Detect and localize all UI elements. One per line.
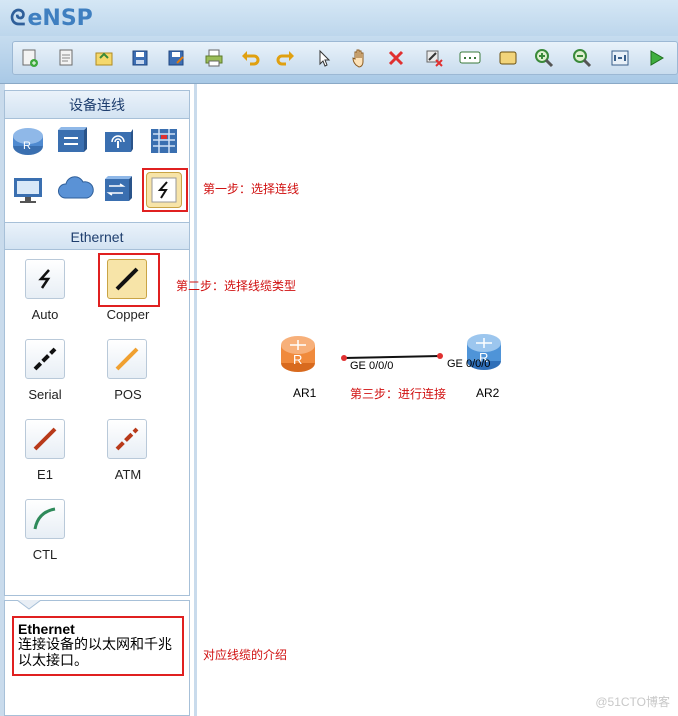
other-device-category-icon[interactable] xyxy=(101,172,135,206)
firewall-category-icon[interactable] xyxy=(147,124,181,158)
cable-auto-icon[interactable] xyxy=(25,259,65,299)
cable-atm-icon[interactable] xyxy=(107,419,147,459)
step2-note: 第二步：选择线缆类型 xyxy=(176,279,297,293)
cable-auto-label: Auto xyxy=(31,307,59,322)
new-example-icon[interactable] xyxy=(55,47,77,69)
ar1-router-icon[interactable]: R xyxy=(280,333,316,378)
zoom-out-icon[interactable] xyxy=(571,47,593,69)
save-icon[interactable] xyxy=(129,47,151,69)
device-panel-title: 设备连线 xyxy=(5,91,189,119)
cable-serial-label: Serial xyxy=(28,387,62,402)
router-category-icon[interactable]: R xyxy=(11,124,45,158)
new-topology-icon[interactable] xyxy=(19,47,41,69)
cloud-category-icon[interactable] xyxy=(57,172,95,206)
step1-note: 第一步：选择连线 xyxy=(203,182,300,196)
cable-pos-icon[interactable] xyxy=(107,339,147,379)
pan-hand-icon[interactable] xyxy=(349,47,371,69)
step2-highlight-box xyxy=(98,253,160,307)
cable-copper-label: Copper xyxy=(106,307,150,322)
app-title: eNSP xyxy=(27,6,93,31)
wireless-category-icon[interactable] xyxy=(101,124,135,158)
svg-text:R: R xyxy=(23,140,31,152)
description-title: Ethernet xyxy=(18,621,75,637)
redo-icon[interactable] xyxy=(275,47,297,69)
cable-ctl-label: CTL xyxy=(32,547,58,562)
ar1-port-label: GE 0/0/0 xyxy=(350,360,394,372)
svg-text:R: R xyxy=(293,352,302,367)
switch-category-icon[interactable] xyxy=(55,124,89,158)
open-icon[interactable] xyxy=(93,47,115,69)
ar1-label: AR1 xyxy=(293,386,317,400)
cable-description-panel: Ethernet 连接设备的以太网和千兆以太接口。 xyxy=(4,600,190,716)
cable-ctl-icon[interactable] xyxy=(25,499,65,539)
ar2-port-label: GE 0/0/0 xyxy=(447,358,491,370)
cable-atm-label: ATM xyxy=(114,467,142,482)
text-annotation-icon[interactable] xyxy=(459,47,481,69)
save-as-icon[interactable] xyxy=(165,47,187,69)
watermark: @51CTO博客 xyxy=(595,695,670,709)
pointer-notch xyxy=(17,600,41,610)
ethernet-section-title: Ethernet xyxy=(5,222,189,250)
app-logo: ᘓeNSP xyxy=(10,6,93,31)
step1-highlight-box xyxy=(142,168,188,212)
pc-category-icon[interactable] xyxy=(11,172,45,206)
cable-serial-icon[interactable] xyxy=(25,339,65,379)
cable-pos-label: POS xyxy=(114,387,142,402)
select-icon[interactable] xyxy=(313,47,335,69)
device-panel: 设备连线 R Ethernet Auto Copper Serial POS E… xyxy=(4,90,190,596)
description-note: 对应线缆的介绍 xyxy=(203,648,288,662)
rectangle-annotation-icon[interactable] xyxy=(497,47,519,69)
zoom-in-icon[interactable] xyxy=(533,47,555,69)
description-text: 连接设备的以太网和千兆以太接口。 xyxy=(18,637,172,669)
ar1-port-dot xyxy=(341,355,347,361)
print-icon[interactable] xyxy=(203,47,225,69)
cable-e1-label: E1 xyxy=(37,467,53,482)
delete-icon[interactable] xyxy=(385,47,407,69)
description-highlight-box: Ethernet 连接设备的以太网和千兆以太接口。 xyxy=(12,616,184,676)
cable-e1-icon[interactable] xyxy=(25,419,65,459)
ensp-logo-icon: ᘓ xyxy=(10,6,26,31)
copper-link[interactable] xyxy=(343,355,441,359)
start-device-icon[interactable] xyxy=(645,47,667,69)
delete-link-icon[interactable] xyxy=(423,47,445,69)
title-bar: ᘓeNSP xyxy=(0,0,678,36)
toolbar-strip xyxy=(12,41,678,75)
fit-icon[interactable] xyxy=(609,47,631,69)
ar2-label: AR2 xyxy=(476,386,500,400)
undo-icon[interactable] xyxy=(239,47,261,69)
main-toolbar xyxy=(0,36,678,84)
ar2-port-dot xyxy=(437,353,443,359)
